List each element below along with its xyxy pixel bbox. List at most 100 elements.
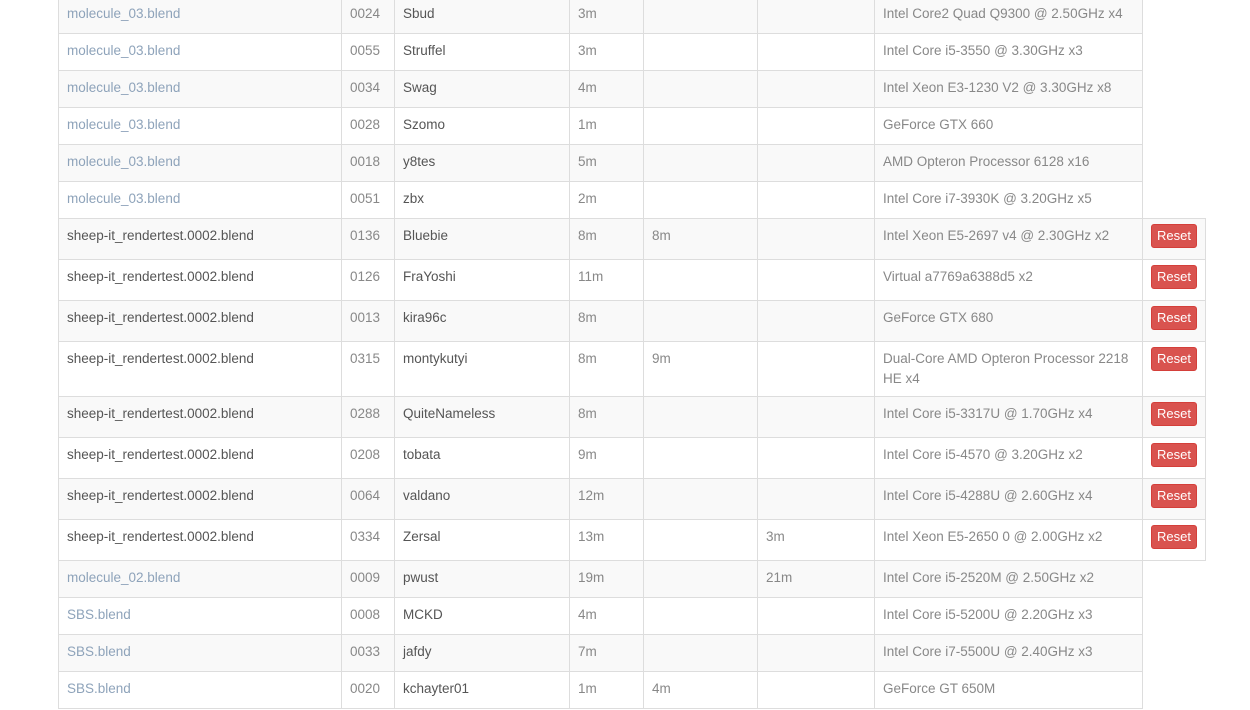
estimated-time-cell [643,597,758,635]
renderer-user-cell: valdano [394,478,570,520]
renderer-user-cell: kchayter01 [394,671,570,709]
estimated-time-cell [643,144,758,182]
computer-hardware-cell: Intel Core i7-5500U @ 2.40GHz x3 [874,634,1143,672]
project-name-cell[interactable]: sheep-it_rendertest.0002.blend [58,341,342,397]
render-time-cell: 8m [569,300,644,342]
project-name-cell[interactable]: SBS.blend [58,671,342,709]
empty-actions-cell [1143,598,1206,635]
remaining-time-cell [757,300,875,342]
render-time-cell: 2m [569,181,644,219]
render-time-cell: 8m [569,396,644,438]
renderer-user-cell: kira96c [394,300,570,342]
reset-button[interactable]: Reset [1151,347,1197,371]
reset-button[interactable]: Reset [1151,265,1197,289]
renderer-user-cell: Struffel [394,33,570,71]
computer-hardware-cell: Intel Core i7-3930K @ 3.20GHz x5 [874,181,1143,219]
table-row: sheep-it_rendertest.0002.blend 0315 montyk… [58,341,1206,397]
reset-button[interactable]: Reset [1151,402,1197,426]
computer-hardware-cell: Intel Core i5-5200U @ 2.20GHz x3 [874,597,1143,635]
empty-actions-cell [1143,145,1206,182]
computer-hardware-cell: GeForce GT 650M [874,671,1143,709]
table-row: molecule_02.blend 0009 pwust 19m 21m Intel Co… [58,560,1206,598]
actions-cell: Reset [1142,300,1206,342]
render-time-cell: 4m [569,597,644,635]
project-name-cell[interactable]: sheep-it_rendertest.0002.blend [58,218,342,260]
renderer-user-cell: MCKD [394,597,570,635]
table-row: molecule_03.blend 0024 Sbud 3m Intel Core2 Q… [58,0,1206,34]
estimated-time-cell: 8m [643,218,758,260]
reset-button[interactable]: Reset [1151,443,1197,467]
actions-cell: Reset [1142,519,1206,561]
frame-number-cell: 0051 [341,181,395,219]
project-name-cell[interactable]: molecule_03.blend [58,181,342,219]
render-time-cell: 7m [569,634,644,672]
table-row: sheep-it_rendertest.0002.blend 0136 Bluebi… [58,218,1206,260]
estimated-time-cell: 9m [643,341,758,397]
table-row: sheep-it_rendertest.0002.blend 0126 FraYos… [58,259,1206,301]
project-name-cell[interactable]: molecule_03.blend [58,144,342,182]
renderer-user-cell: Bluebie [394,218,570,260]
frame-number-cell: 0288 [341,396,395,438]
table-row: molecule_03.blend 0018 y8tes 5m AMD Opteron … [58,144,1206,182]
estimated-time-cell [643,519,758,561]
reset-button[interactable]: Reset [1151,306,1197,330]
project-name-cell[interactable]: molecule_03.blend [58,107,342,145]
project-name-cell[interactable]: SBS.blend [58,634,342,672]
renderer-user-cell: QuiteNameless [394,396,570,438]
empty-actions-cell [1143,34,1206,71]
table-row: molecule_03.blend 0034 Swag 4m Intel Xeon E3… [58,70,1206,108]
project-name-cell[interactable]: sheep-it_rendertest.0002.blend [58,396,342,438]
frame-number-cell: 0136 [341,218,395,260]
computer-hardware-cell: Intel Core i5-4288U @ 2.60GHz x4 [874,478,1143,520]
frame-number-cell: 0028 [341,107,395,145]
project-name-cell[interactable]: sheep-it_rendertest.0002.blend [58,300,342,342]
project-name-cell[interactable]: sheep-it_rendertest.0002.blend [58,519,342,561]
table-row: sheep-it_rendertest.0002.blend 0288 QuiteN… [58,396,1206,438]
project-name-cell[interactable]: sheep-it_rendertest.0002.blend [58,437,342,479]
project-name-cell[interactable]: molecule_03.blend [58,70,342,108]
actions-cell: Reset [1142,478,1206,520]
project-name-cell[interactable]: SBS.blend [58,597,342,635]
frame-number-cell: 0208 [341,437,395,479]
empty-actions-cell [1143,108,1206,145]
estimated-time-cell [643,259,758,301]
remaining-time-cell [757,70,875,108]
computer-hardware-cell: Dual-Core AMD Opteron Processor 2218 HE … [874,341,1143,397]
project-name-cell[interactable]: molecule_03.blend [58,33,342,71]
frame-number-cell: 0034 [341,70,395,108]
render-time-cell: 8m [569,341,644,397]
renderer-user-cell: zbx [394,181,570,219]
project-name-cell[interactable]: molecule_03.blend [58,0,342,34]
table-row: sheep-it_rendertest.0002.blend 0334 Zersal… [58,519,1206,561]
renderer-user-cell: y8tes [394,144,570,182]
computer-hardware-cell: Intel Xeon E3-1230 V2 @ 3.30GHz x8 [874,70,1143,108]
table-row: molecule_03.blend 0028 Szomo 1m GeForce GTX … [58,107,1206,145]
table-row: sheep-it_rendertest.0002.blend 0208 tobata… [58,437,1206,479]
remaining-time-cell: 3m [757,519,875,561]
renderer-user-cell: FraYoshi [394,259,570,301]
rendering-frames-table: molecule_03.blend 0024 Sbud 3m Intel Core2 Q… [58,0,1206,709]
computer-hardware-cell: Intel Xeon E5-2697 v4 @ 2.30GHz x2 [874,218,1143,260]
table-row: sheep-it_rendertest.0002.blend 0013 kira96… [58,300,1206,342]
remaining-time-cell [757,396,875,438]
reset-button[interactable]: Reset [1151,484,1197,508]
project-name-cell[interactable]: sheep-it_rendertest.0002.blend [58,478,342,520]
frame-number-cell: 0013 [341,300,395,342]
remaining-time-cell [757,107,875,145]
render-time-cell: 8m [569,218,644,260]
reset-button[interactable]: Reset [1151,224,1197,248]
reset-button[interactable]: Reset [1151,525,1197,549]
remaining-time-cell [757,0,875,34]
project-name-cell[interactable]: molecule_02.blend [58,560,342,598]
computer-hardware-cell: GeForce GTX 660 [874,107,1143,145]
remaining-time-cell [757,597,875,635]
remaining-time-cell [757,259,875,301]
empty-actions-cell [1143,561,1206,598]
frame-number-cell: 0334 [341,519,395,561]
actions-cell: Reset [1142,437,1206,479]
computer-hardware-cell: Intel Core i5-3550 @ 3.30GHz x3 [874,33,1143,71]
estimated-time-cell [643,181,758,219]
frame-number-cell: 0009 [341,560,395,598]
project-name-cell[interactable]: sheep-it_rendertest.0002.blend [58,259,342,301]
renderer-user-cell: Zersal [394,519,570,561]
